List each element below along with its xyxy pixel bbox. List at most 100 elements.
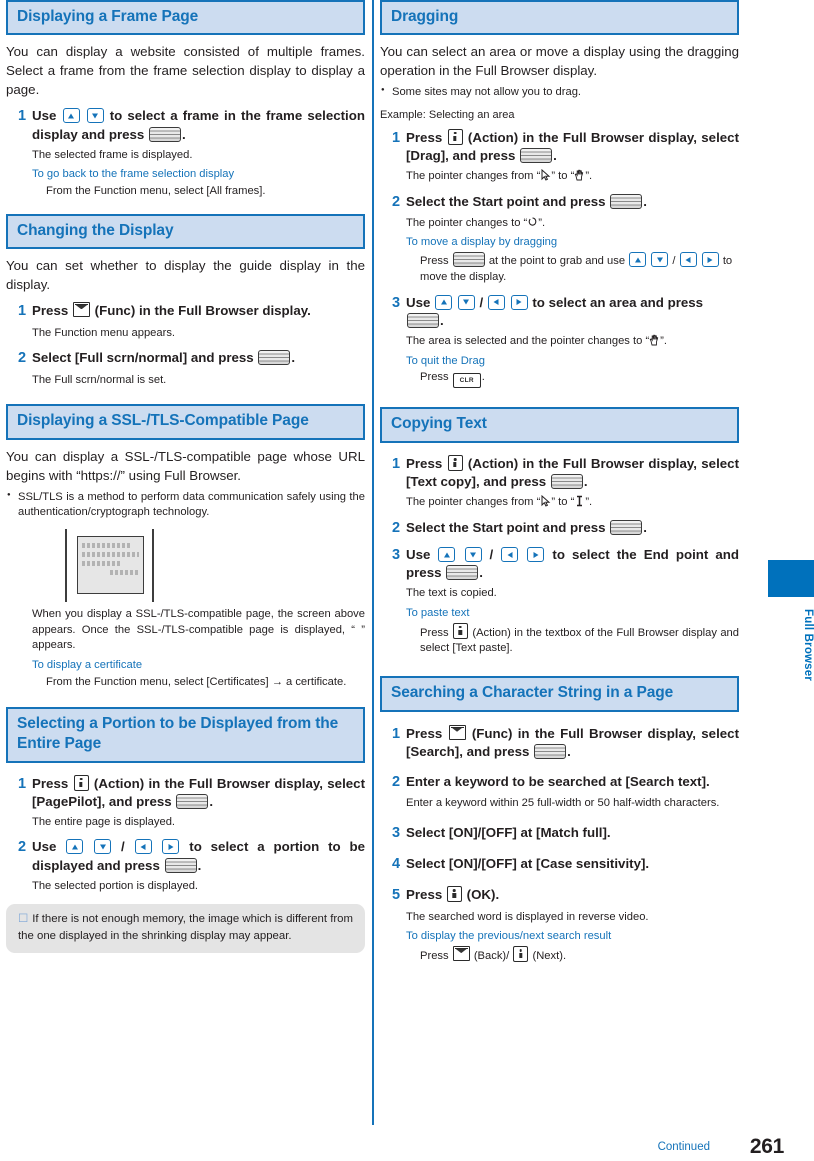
arrow-down-key-icon <box>651 252 669 268</box>
slash-separator: / <box>479 294 484 310</box>
note-marker-icon: ☐ <box>18 913 29 926</box>
step-number: 1 <box>18 303 27 320</box>
step-text: Press (OK). <box>406 886 739 905</box>
step-text-post: . <box>440 313 444 329</box>
step-text: Use to select a frame in the frame selec… <box>32 107 365 143</box>
step-text-pre: Select [ON]/[OFF] at [Match full]. <box>406 824 611 840</box>
result-mid: ” to “ <box>551 496 575 509</box>
step-text-post: . <box>643 193 647 209</box>
arrow-left-key-icon <box>487 294 505 310</box>
subhead-go-back-frame-selection: To go back to the frame selection displa… <box>32 168 235 181</box>
step-text-pre: Select the Start point and press <box>406 519 606 535</box>
select-key-icon <box>446 565 479 581</box>
ssl-mock-caption: When you display a SSL-/TLS-compatible p… <box>32 608 365 652</box>
text-cursor-icon <box>574 495 585 507</box>
step-text: Select the Start point and press . <box>406 519 739 538</box>
step-result-copy-1: The pointer changes from “ ” to “ ”. <box>380 494 739 511</box>
step-number: 1 <box>18 775 27 792</box>
step-text: Use / to select the End point and press … <box>406 546 739 582</box>
bullet-ssl-tls-definition: SSL/TLS is a method to perform data comm… <box>6 490 365 520</box>
step-text: Select the Start point and press . <box>406 193 739 212</box>
step-result-frame-1: The selected frame is displayed. <box>32 148 193 161</box>
step-text-pre: Use <box>406 294 431 310</box>
step-drag-2: 2 Select the Start point and press . <box>380 193 739 212</box>
mock-text-line <box>82 552 139 558</box>
arrow-right-key-icon <box>162 839 180 855</box>
mock-right-bar <box>152 529 154 603</box>
step-text-pre: Press <box>32 303 69 319</box>
arrow-left-key-icon <box>501 547 519 563</box>
clear-key-icon: CLR <box>452 373 481 389</box>
step-number: 1 <box>392 725 401 742</box>
section-heading-searching-character-string: Searching a Character String in a Page <box>380 676 739 712</box>
select-key-icon <box>407 313 439 329</box>
step-frame-1: 1 Use to select a frame in the frame sel… <box>6 107 365 143</box>
subbody-go-back-frame-selection: From the Function menu, select [All fram… <box>46 184 266 197</box>
step-copy-2: 2 Select the Start point and press . <box>380 519 739 538</box>
step-text: Press (Action) in the Full Browser displ… <box>406 454 739 491</box>
step-number: 2 <box>18 350 27 367</box>
step-drag-1: 1 Press (Action) in the Full Browser dis… <box>380 128 739 165</box>
step-text-post: . <box>643 519 647 535</box>
subbody-quit-drag: Press CLR. <box>380 370 739 389</box>
subbody-post: . <box>481 371 485 384</box>
step-result-changing-1: The Function menu appears. <box>32 326 176 339</box>
step-text-post: . <box>583 473 588 489</box>
action-key-icon <box>447 454 463 471</box>
step-result-portion-2: The selected portion is displayed. <box>32 879 199 892</box>
step-text-pre: Use <box>32 108 57 124</box>
section-intro-changing-display: You can set whether to display the guide… <box>6 258 365 293</box>
func-key-icon <box>72 302 90 318</box>
step-search-2: 2 Enter a keyword to be searched at [Sea… <box>380 773 739 792</box>
step-text: Press (Func) in the Full Browser display… <box>406 724 739 761</box>
subhead-display-certificate: To display a certificate <box>32 659 143 672</box>
subhead-previous-next-search-result: To display the previous/next search resu… <box>406 930 612 943</box>
example-label-dragging: Example: Selecting an area <box>380 108 515 121</box>
step-text-post: . <box>197 857 202 873</box>
select-key-icon <box>550 473 583 489</box>
step-text-post: . <box>567 743 571 759</box>
step-text-mid: (Func) in the Full Browser display. <box>94 303 311 319</box>
left-column: Displaying a Frame Page You can display … <box>6 0 365 954</box>
step-result-search-5: The searched word is displayed in revers… <box>406 910 649 923</box>
arrow-down-key-icon <box>464 547 482 563</box>
subbody-pre: Press <box>420 626 449 639</box>
arrow-left-key-icon <box>679 252 697 268</box>
step-number: 4 <box>392 856 401 873</box>
step-text: Use / to select an area and press . <box>406 294 739 330</box>
subbody-mid: (Back)/ <box>473 950 510 963</box>
step-text-pre: Press <box>32 775 69 791</box>
select-key-icon <box>176 793 209 809</box>
action-key-icon <box>513 946 529 963</box>
step-text-pre: Select [ON]/[OFF] at [Case sensitivity]. <box>406 856 650 872</box>
select-key-icon <box>149 126 182 142</box>
page-number: 261 <box>749 1135 784 1158</box>
action-key-icon <box>447 128 463 145</box>
step-number: 3 <box>392 824 401 841</box>
step-number: 3 <box>392 547 401 564</box>
step-copy-3: 3 Use / to select the End point and pres… <box>380 546 739 582</box>
select-key-icon <box>610 193 643 209</box>
step-result-drag-3: The area is selected and the pointer cha… <box>380 334 739 350</box>
step-number: 2 <box>392 519 401 536</box>
select-key-icon <box>520 147 553 163</box>
section-intro-ssl-tls: You can display a SSL-/TLS-compatible pa… <box>6 448 365 483</box>
note-text: If there is not enough memory, the image… <box>18 913 353 942</box>
step-text: Select [ON]/[OFF] at [Case sensitivity]. <box>406 855 739 874</box>
subbody-move-display-dragging: Press at the point to grab and use / to … <box>380 252 739 286</box>
result-post: ”. <box>538 216 546 229</box>
step-text-pre: Enter a keyword to be searched at [Searc… <box>406 773 710 789</box>
arrow-up-key-icon <box>62 108 80 124</box>
step-text: Press (Action) in the Full Browser displ… <box>406 128 739 165</box>
step-text-post: . <box>209 793 214 809</box>
section-intro-frame-page: You can display a website consisted of m… <box>6 44 365 98</box>
func-key-icon <box>448 724 466 740</box>
side-tab-full-browser: Full Browser <box>768 560 814 681</box>
step-text: Press (Func) in the Full Browser display… <box>32 302 365 321</box>
arrow-up-key-icon <box>66 839 84 855</box>
step-portion-2: 2 Use / to select a portion to be displa… <box>6 838 365 874</box>
subbody-pre: Press <box>420 950 449 963</box>
section-intro-dragging: You can select an area or move a display… <box>380 44 739 79</box>
arrow-up-key-icon <box>435 294 453 310</box>
step-text-pre: Press <box>406 887 443 903</box>
